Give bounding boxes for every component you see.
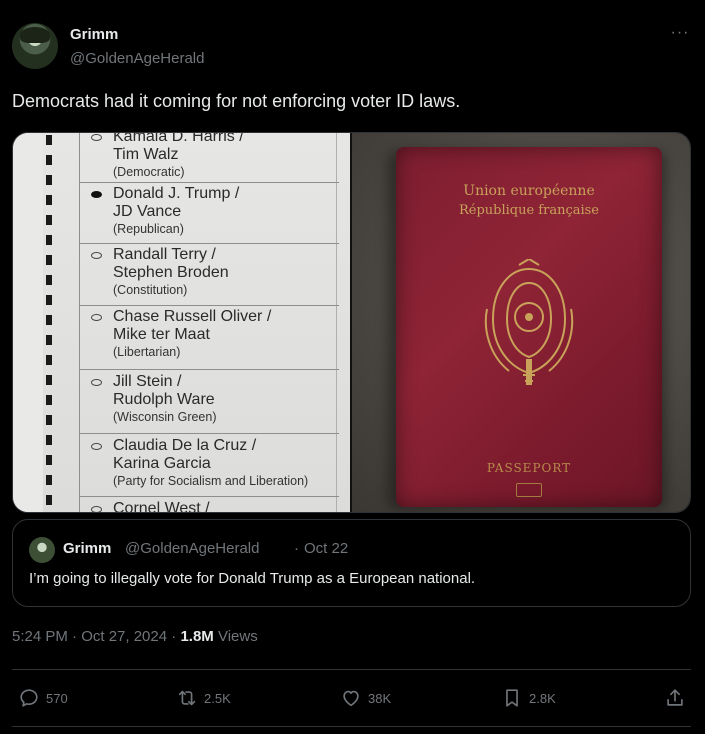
bookmark-button[interactable]: 2.8K	[501, 686, 556, 710]
repost-count: 2.5K	[204, 690, 231, 706]
reply-count: 570	[46, 690, 68, 706]
coat-of-arms-icon	[484, 259, 574, 385]
author-handle[interactable]: @GoldenAgeHerald	[70, 50, 204, 67]
timestamp[interactable]: 5:24 PM · Oct 27, 2024	[12, 628, 167, 645]
passport-photo[interactable]: Union européenne République française PA…	[352, 133, 690, 512]
passport-union-text: Union européenne	[463, 183, 595, 199]
like-count: 38K	[368, 690, 392, 706]
author-display-name[interactable]: Grimm	[70, 26, 118, 43]
passport-label: PASSEPORT	[486, 461, 572, 475]
share-button[interactable]	[664, 686, 692, 710]
passport: Union européenne République française PA…	[396, 147, 662, 507]
repost-icon	[178, 690, 196, 706]
biometric-chip-icon	[516, 483, 542, 497]
bookmark-icon	[506, 689, 518, 707]
like-button[interactable]: 38K	[340, 686, 391, 710]
quoted-handle[interactable]: @GoldenAgeHerald	[125, 540, 259, 557]
ballot-bubble-icon	[91, 134, 102, 141]
divider	[12, 726, 691, 727]
bookmark-count: 2.8K	[529, 690, 556, 706]
ballot-bubble-filled-icon	[91, 191, 102, 198]
repost-button[interactable]: 2.5K	[176, 686, 231, 710]
ballot-photo[interactable]: Kamala D. Harris / Tim Walz (Democratic)…	[13, 133, 350, 512]
quoted-text: I’m going to illegally vote for Donald T…	[29, 570, 476, 587]
ballot-candidate: Jill Stein / Rudolph Ware (Wisconsin Gre…	[85, 373, 345, 425]
quoted-separator: ·	[294, 540, 299, 557]
quoted-avatar[interactable]	[29, 537, 55, 563]
ballot-candidate: Cornel West /	[85, 500, 345, 512]
views-label: Views	[217, 628, 258, 645]
tweet-meta: 5:24 PM · Oct 27, 2024 · 1.8M Views	[12, 628, 258, 645]
avatar[interactable]	[12, 23, 58, 69]
ballot-bubble-icon	[91, 379, 102, 386]
share-icon	[667, 689, 683, 706]
more-options-icon[interactable]: ···	[668, 25, 692, 44]
quoted-date[interactable]: Oct 22	[304, 540, 348, 557]
ballot-candidate: Kamala D. Harris / Tim Walz (Democratic)	[85, 133, 345, 180]
divider	[12, 669, 691, 670]
quoted-tweet[interactable]: Grimm @GoldenAgeHerald · Oct 22 I’m goin…	[12, 519, 691, 607]
heart-icon	[343, 690, 359, 707]
ballot-bubble-icon	[91, 314, 102, 321]
ballot-candidate: Randall Terry / Stephen Broden (Constitu…	[85, 246, 345, 298]
quoted-display-name[interactable]: Grimm	[63, 540, 111, 557]
ballot-bubble-icon	[91, 443, 102, 450]
ballot-candidate: Donald J. Trump / JD Vance (Republican)	[85, 185, 345, 237]
tweet-text: Democrats had it coming for not enforcin…	[12, 91, 461, 111]
ballot-bubble-icon	[91, 506, 102, 512]
media-grid[interactable]: Kamala D. Harris / Tim Walz (Democratic)…	[12, 132, 691, 513]
ballot-bubble-icon	[91, 252, 102, 259]
passport-republic-text: République française	[458, 203, 600, 218]
views-count: 1.8M	[180, 628, 214, 645]
ballot-candidate: Claudia De la Cruz / Karina Garcia (Part…	[85, 437, 345, 489]
reply-button[interactable]: 570	[18, 686, 68, 710]
reply-icon	[20, 689, 38, 707]
ballot-candidate: Chase Russell Oliver / Mike ter Maat (Li…	[85, 308, 345, 360]
